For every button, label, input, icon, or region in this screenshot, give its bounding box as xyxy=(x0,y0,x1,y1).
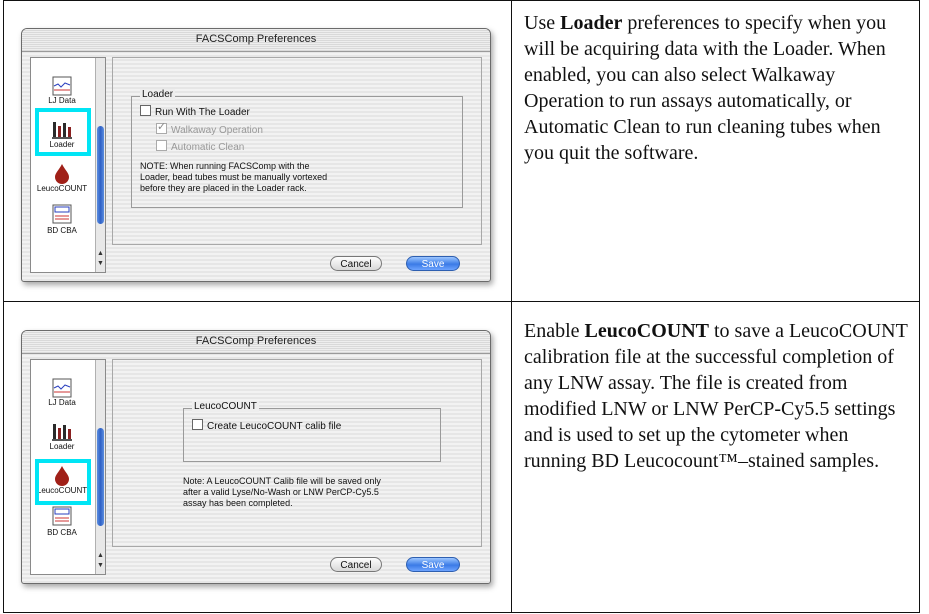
run-with-loader-checkbox[interactable]: Run With The Loader xyxy=(140,105,250,118)
description-text: Enable xyxy=(524,320,585,342)
save-button[interactable]: Save xyxy=(406,256,460,271)
description-text: Use xyxy=(524,12,561,34)
window-title: FACSComp Preferences xyxy=(195,33,317,45)
note-line: Loader, bead tubes must be manually vort… xyxy=(140,172,328,182)
column-divider xyxy=(511,0,512,613)
scrollbar-thumb[interactable] xyxy=(97,428,104,526)
note-line: assay has been completed. xyxy=(183,498,293,508)
cancel-button[interactable]: Cancel xyxy=(330,256,382,271)
sidebar-scrollbar[interactable]: ▲ ▼ xyxy=(95,58,105,272)
sidebar-item-leucocount[interactable]: LeucoCOUNT xyxy=(34,162,90,193)
sidebar-item-label: Loader xyxy=(49,442,75,451)
bd-cba-icon xyxy=(52,506,72,526)
walkaway-operation-checkbox[interactable]: ✓ Walkaway Operation xyxy=(156,121,263,136)
preferences-pane: Loader Run With The Loader ✓ Walkaway Ope… xyxy=(112,57,482,245)
preferences-sidebar: LJ Data Loader LeucoCOUNT BD CBA ▲ ▼ xyxy=(30,57,106,273)
sidebar-item-lj-data[interactable]: LJ Data xyxy=(34,378,90,407)
bd-cba-icon xyxy=(52,204,72,224)
group-title: LeucoCOUNT xyxy=(192,401,259,412)
scroll-up-arrow-icon[interactable]: ▲ xyxy=(97,552,104,560)
scroll-down-arrow-icon[interactable]: ▼ xyxy=(97,260,104,268)
loader-group: Loader Run With The Loader ✓ Walkaway Ope… xyxy=(131,89,463,208)
description-bold: Loader xyxy=(560,12,623,34)
loader-description: Use Loader preferences to specify when y… xyxy=(524,10,909,166)
group-title: Loader xyxy=(140,89,176,100)
leucocount-drop-icon xyxy=(55,164,69,184)
sidebar-item-lj-data[interactable]: LJ Data xyxy=(34,76,90,105)
sidebar-item-bd-cba[interactable]: BD CBA xyxy=(34,506,90,537)
checkbox-label: Walkaway Operation xyxy=(171,125,263,136)
window-titlebar[interactable]: FACSComp Preferences xyxy=(22,29,490,52)
scrollbar-thumb[interactable] xyxy=(97,126,104,224)
checkbox-box[interactable]: ✓ xyxy=(156,121,167,134)
lj-data-icon xyxy=(52,76,72,96)
cancel-button[interactable]: Cancel xyxy=(330,557,382,572)
sidebar-item-loader[interactable]: Loader xyxy=(34,420,90,451)
sidebar-item-label: LeucoCOUNT xyxy=(36,184,88,193)
checkbox-box[interactable] xyxy=(192,419,203,430)
sidebar-item-label: LJ Data xyxy=(48,398,76,407)
sidebar-scrollbar[interactable]: ▲ ▼ xyxy=(95,360,105,574)
save-button[interactable]: Save xyxy=(406,557,460,572)
scroll-up-arrow-icon[interactable]: ▲ xyxy=(97,250,104,258)
sidebar-item-bd-cba[interactable]: BD CBA xyxy=(34,204,90,235)
note-line: Note: A LeucoCOUNT Calib file will be sa… xyxy=(183,476,381,486)
sidebar-item-label: BD CBA xyxy=(47,528,77,537)
selection-highlight xyxy=(35,459,91,505)
loader-icon xyxy=(52,424,72,441)
preferences-window-loader: FACSComp Preferences LJ Data Loader Leuc… xyxy=(21,28,491,282)
leucocount-note: Note: A LeucoCOUNT Calib file will be sa… xyxy=(183,476,381,509)
leucocount-group: LeucoCOUNT Create LeucoCOUNT calib file xyxy=(183,401,441,462)
row-divider xyxy=(3,301,920,302)
preferences-window-leucocount: FACSComp Preferences LJ Data Loader Leuc… xyxy=(21,330,491,584)
checkbox-label: Run With The Loader xyxy=(155,107,250,118)
create-leucocount-calib-checkbox[interactable]: Create LeucoCOUNT calib file xyxy=(192,419,341,432)
description-text: preferences to specify when you will be … xyxy=(524,12,887,164)
window-title: FACSComp Preferences xyxy=(195,335,317,347)
window-titlebar[interactable]: FACSComp Preferences xyxy=(22,331,490,354)
scroll-down-arrow-icon[interactable]: ▼ xyxy=(97,562,104,570)
note-line: before they are placed in the Loader rac… xyxy=(140,183,307,193)
note-line: NOTE: When running FACSComp with the xyxy=(140,161,310,171)
sidebar-item-label: BD CBA xyxy=(47,226,77,235)
checkbox-label: Automatic Clean xyxy=(171,142,245,153)
checkbox-box[interactable] xyxy=(140,105,151,116)
note-line: after a valid Lyse/No-Wash or LNW PerCP-… xyxy=(183,487,379,497)
loader-note: NOTE: When running FACSComp with the Loa… xyxy=(140,161,327,194)
lj-data-icon xyxy=(52,378,72,398)
checkmark-icon: ✓ xyxy=(157,121,167,133)
preferences-pane: LeucoCOUNT Create LeucoCOUNT calib file … xyxy=(112,359,482,547)
checkbox-box[interactable] xyxy=(156,140,167,151)
description-text: to save a LeucoCOUNT calibration file at… xyxy=(524,320,908,472)
description-bold: LeucoCOUNT xyxy=(584,320,709,342)
selection-highlight xyxy=(35,108,91,156)
sidebar-item-label: LJ Data xyxy=(48,96,76,105)
automatic-clean-checkbox[interactable]: Automatic Clean xyxy=(156,140,244,153)
checkbox-label: Create LeucoCOUNT calib file xyxy=(207,421,342,432)
leucocount-description: Enable LeucoCOUNT to save a LeucoCOUNT c… xyxy=(524,318,909,474)
